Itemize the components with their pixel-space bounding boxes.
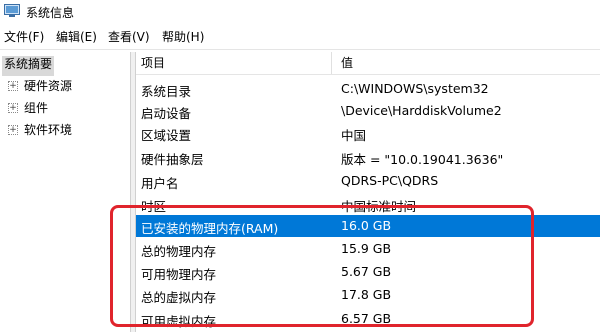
table-row[interactable]: 时区 中国标准时间 <box>136 193 600 215</box>
expand-icon[interactable]: + <box>8 81 18 91</box>
table-row[interactable]: 总的物理内存 15.9 GB <box>136 238 600 260</box>
row-value: 中国 <box>341 128 367 143</box>
row-value: 中国标准时间 <box>341 199 417 214</box>
tree-item-hardware-resources[interactable]: + 硬件资源 <box>0 78 128 98</box>
row-item: 已安装的物理内存(RAM) <box>141 221 279 236</box>
tree-item-software-environment[interactable]: + 软件环境 <box>0 122 128 142</box>
row-value: 16.0 GB <box>341 218 392 233</box>
table-row[interactable]: 总的虚拟内存 17.8 GB <box>136 284 600 306</box>
table-row-selected[interactable]: 已安装的物理内存(RAM) 16.0 GB <box>136 215 600 237</box>
row-item: 启动设备 <box>141 106 192 121</box>
row-item: 可用物理内存 <box>141 267 217 282</box>
row-value: \Device\HarddiskVolume2 <box>341 103 502 118</box>
row-item: 总的虚拟内存 <box>141 290 217 305</box>
tree-item-components[interactable]: + 组件 <box>0 100 128 120</box>
system-info-icon <box>4 4 20 17</box>
expand-icon[interactable]: + <box>8 125 18 135</box>
row-item: 总的物理内存 <box>141 244 217 259</box>
menu-bar: 文件(F) 编辑(E) 查看(V) 帮助(H) <box>0 26 600 46</box>
row-item: 时区 <box>141 199 167 214</box>
table-row[interactable]: 系统目录 C:\WINDOWS\system32 <box>136 78 600 100</box>
row-value: 6.57 GB <box>341 311 392 326</box>
table-row[interactable]: 可用物理内存 5.67 GB <box>136 261 600 283</box>
row-value: 17.8 GB <box>341 287 392 302</box>
menu-divider <box>0 49 600 50</box>
row-item: 用户名 <box>141 176 179 191</box>
expand-icon[interactable]: + <box>8 103 18 113</box>
row-item: 硬件抽象层 <box>141 152 204 167</box>
table-row[interactable]: 用户名 QDRS-PC\QDRS <box>136 170 600 192</box>
table-row[interactable]: 启动设备 \Device\HarddiskVolume2 <box>136 100 600 122</box>
details-list[interactable]: 项目 值 系统目录 C:\WINDOWS\system32 启动设备 \Devi… <box>136 52 600 332</box>
window-title: 系统信息 <box>26 6 75 20</box>
title-bar: 系统信息 <box>0 0 600 24</box>
tree-item-label: 组件 <box>24 101 49 115</box>
tree-item-label: 软件环境 <box>24 123 73 137</box>
table-row[interactable]: 可用虚拟内存 6.57 GB <box>136 308 600 330</box>
tree-item-label: 硬件资源 <box>24 79 73 93</box>
row-item: 系统目录 <box>141 84 192 99</box>
column-separator[interactable] <box>331 52 332 74</box>
menu-file[interactable]: 文件(F) <box>3 28 45 45</box>
row-item: 区域设置 <box>141 128 192 143</box>
column-header-value[interactable]: 值 <box>341 52 591 74</box>
table-row[interactable]: 硬件抽象层 版本 = "10.0.19041.3636" <box>136 146 600 168</box>
row-value: 15.9 GB <box>341 241 392 256</box>
menu-help[interactable]: 帮助(H) <box>161 28 205 45</box>
row-value: 版本 = "10.0.19041.3636" <box>341 152 504 167</box>
menu-view[interactable]: 查看(V) <box>107 28 151 45</box>
category-tree[interactable]: 系统摘要 + 硬件资源 + 组件 + 软件环境 <box>0 52 130 332</box>
column-header-item[interactable]: 项目 <box>141 52 329 74</box>
row-item: 可用虚拟内存 <box>141 314 217 329</box>
header-divider <box>136 74 600 75</box>
tree-item-system-summary[interactable]: 系统摘要 <box>2 56 55 76</box>
table-row[interactable]: 区域设置 中国 <box>136 122 600 144</box>
row-value: 5.67 GB <box>341 264 392 279</box>
row-value: QDRS-PC\QDRS <box>341 173 439 188</box>
row-value: C:\WINDOWS\system32 <box>341 81 489 96</box>
menu-edit[interactable]: 编辑(E) <box>55 28 98 45</box>
